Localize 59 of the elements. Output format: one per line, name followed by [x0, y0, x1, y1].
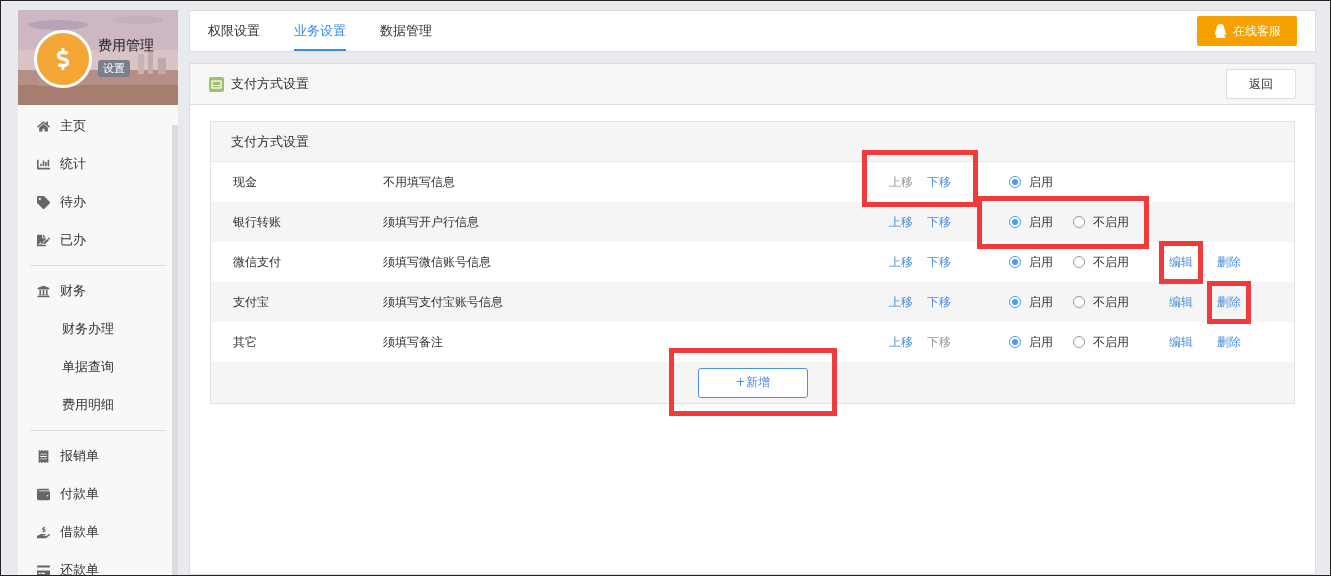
status-radio[interactable]: 不启用	[1073, 293, 1129, 311]
wallet-icon	[37, 487, 50, 501]
payment-name: 银行转账	[233, 213, 282, 231]
payment-description: 须填写微信账号信息	[383, 253, 492, 271]
card-icon	[209, 76, 224, 92]
tab[interactable]: 权限设置	[208, 11, 260, 51]
edit-link[interactable]: 编辑	[1169, 253, 1193, 271]
sidebar-item[interactable]: 财务	[30, 272, 166, 310]
back-button[interactable]: 返回	[1226, 69, 1296, 99]
payment-description: 不用填写信息	[383, 173, 456, 191]
status-radio[interactable]: 不启用	[1073, 333, 1129, 351]
payment-description: 须填写支付宝账号信息	[383, 293, 504, 311]
tab[interactable]: 业务设置	[294, 11, 346, 51]
sidebar-item[interactable]: 主页	[30, 107, 166, 145]
status-radio[interactable]: 启用	[1009, 173, 1053, 191]
delete-link[interactable]: 删除	[1217, 333, 1241, 351]
sidebar-subitem[interactable]: 费用明细	[30, 386, 166, 424]
sidebar-item[interactable]: 统计	[30, 145, 166, 183]
payment-description: 须填写备注	[383, 333, 444, 351]
tag-icon	[37, 195, 50, 209]
sidebar-item[interactable]: 借款单	[30, 513, 166, 551]
sidebar-subitem[interactable]: 单据查询	[30, 348, 166, 386]
sidebar-item[interactable]: 还款单	[30, 551, 166, 575]
receipt-icon	[37, 449, 50, 463]
status-radio[interactable]: 不启用	[1073, 213, 1129, 231]
hand-coin-icon	[37, 525, 50, 539]
payment-name: 微信支付	[233, 253, 282, 271]
move-link[interactable]: 下移	[927, 173, 951, 191]
sidebar-subitem[interactable]: 财务办理	[30, 310, 166, 348]
settings-badge: 设置	[98, 60, 130, 77]
sidebar-item[interactable]: 付款单	[30, 475, 166, 513]
status-radio[interactable]: 启用	[1009, 333, 1053, 351]
status-radio[interactable]: 启用	[1009, 213, 1053, 231]
status-radio[interactable]: 不启用	[1073, 253, 1129, 271]
finance-icon	[37, 284, 50, 298]
home-icon	[37, 119, 50, 133]
penguin-icon	[1213, 23, 1227, 39]
tab[interactable]: 数据管理	[380, 11, 432, 51]
panel-title: 支付方式设置	[231, 75, 309, 93]
payment-description: 须填写开户行信息	[383, 213, 480, 231]
payment-name: 现金	[233, 173, 258, 191]
app-title: 费用管理	[98, 37, 154, 55]
sidebar-item[interactable]: 已办	[30, 221, 166, 259]
payment-name: 支付宝	[233, 293, 270, 311]
add-button[interactable]: +新增	[697, 367, 808, 398]
payment-name: 其它	[233, 333, 258, 351]
status-radio[interactable]: 启用	[1009, 253, 1053, 271]
card-icon	[37, 563, 50, 575]
move-link[interactable]: 下移	[927, 253, 951, 271]
status-radio[interactable]: 启用	[1009, 293, 1053, 311]
delete-link[interactable]: 删除	[1217, 253, 1241, 271]
sidebar-item[interactable]: 待办	[30, 183, 166, 221]
sidebar-item[interactable]: 报销单	[30, 437, 166, 475]
move-link[interactable]: 上移	[889, 253, 913, 271]
edit-link[interactable]: 编辑	[1169, 333, 1193, 351]
scrollbar[interactable]	[172, 125, 178, 575]
bar-chart-icon	[37, 157, 50, 171]
move-link[interactable]: 上移	[889, 333, 913, 351]
card-title: 支付方式设置	[211, 122, 1294, 162]
